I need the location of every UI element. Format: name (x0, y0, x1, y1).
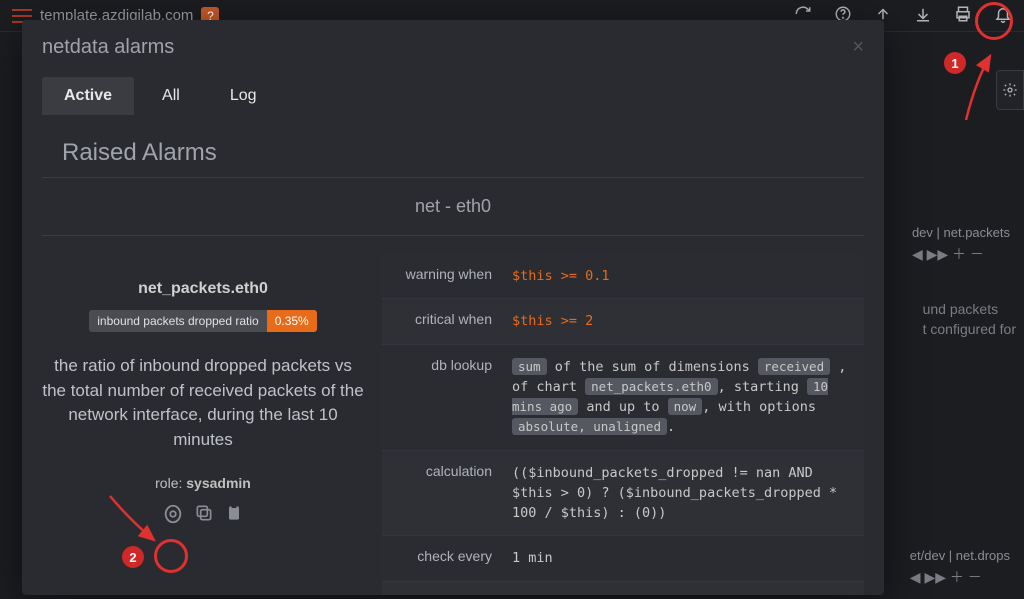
alarm-summary: net_packets.eth0 inbound packets dropped… (42, 254, 382, 595)
modal-title: netdata alarms (42, 36, 174, 59)
alarm-role: role: sysadmin (42, 475, 364, 491)
settings-gear-icon[interactable] (996, 70, 1024, 110)
prop-critical-label: critical when (382, 299, 502, 343)
annotation-number-2: 2 (122, 546, 144, 568)
chart-title: net - eth0 (42, 178, 864, 236)
prop-calc-value: (($inbound_packets_dropped != nan AND $t… (502, 451, 864, 536)
bell-icon[interactable] (994, 5, 1012, 27)
bg-chart-controls-2[interactable]: ◀ ▶▶ ＋ － (910, 567, 1010, 587)
bg-legend-netdrops: et/dev | net.drops ◀ ▶▶ ＋ － (910, 548, 1010, 587)
print-icon[interactable] (954, 5, 972, 27)
alarms-modal: netdata alarms × Active All Log Raised A… (22, 20, 884, 595)
view-icon[interactable] (162, 503, 184, 530)
prop-dblookup-label: db lookup (382, 345, 502, 450)
tab-active[interactable]: Active (42, 77, 134, 115)
bg-legend-netpackets: dev | net.packets ◀ ▶▶ ＋ － (912, 225, 1010, 264)
close-icon[interactable]: × (852, 36, 864, 59)
download-icon[interactable] (914, 5, 932, 27)
section-heading: Raised Alarms (42, 115, 864, 178)
alarm-name: net_packets.eth0 (42, 280, 364, 298)
badge-label: inbound packets dropped ratio (89, 310, 266, 332)
prop-check-label: check every (382, 536, 502, 580)
copy-icon[interactable] (194, 503, 214, 530)
clipboard-icon[interactable] (224, 503, 244, 530)
prop-warning-label: warning when (382, 254, 502, 298)
alarm-badge: inbound packets dropped ratio 0.35% (42, 310, 364, 332)
annotation-number-1: 1 (944, 52, 966, 74)
prop-dblookup-value: sum of the sum of dimensions received , … (502, 345, 864, 450)
alarm-description: the ratio of inbound dropped packets vs … (42, 354, 364, 453)
bg-snippet-1: und packets (923, 301, 999, 317)
prop-exec-value: /usr/libexec/netdata/plugins.d/alarm-not… (502, 582, 864, 596)
bg-snippet-2: t configured for (923, 321, 1016, 337)
modal-tabs: Active All Log (22, 65, 884, 115)
prop-exec-label: execute (382, 582, 502, 596)
prop-check-value: 1 min (502, 536, 864, 580)
alarm-properties: warning when $this >= 0.1 critical when … (382, 254, 864, 595)
prop-warning-value: $this >= 0.1 (502, 254, 864, 298)
badge-value: 0.35% (267, 310, 317, 332)
tab-all[interactable]: All (140, 77, 202, 115)
tab-log[interactable]: Log (208, 77, 279, 115)
prop-critical-value: $this >= 2 (502, 299, 864, 343)
prop-calc-label: calculation (382, 451, 502, 536)
bg-chart-controls-1[interactable]: ◀ ▶▶ ＋ － (912, 244, 1010, 264)
